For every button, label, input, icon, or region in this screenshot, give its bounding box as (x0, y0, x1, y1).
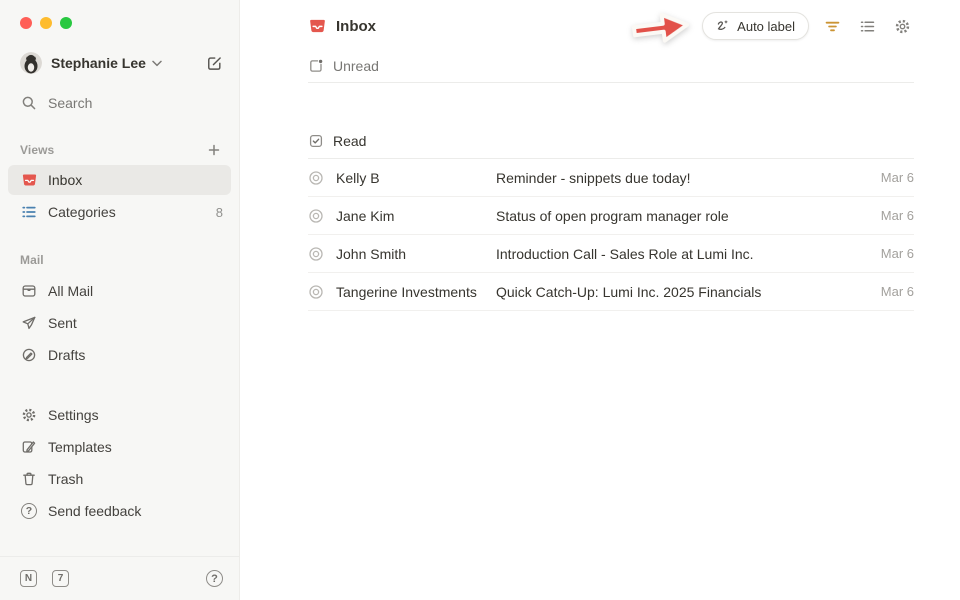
close-window-button[interactable] (20, 17, 32, 29)
sidebar-item-templates[interactable]: Templates (8, 431, 231, 463)
sidebar-item-label: Inbox (48, 172, 82, 188)
list-view-button[interactable] (855, 14, 879, 38)
email-date: Mar 6 (881, 246, 914, 261)
paper-plane-icon (20, 314, 38, 332)
search-label: Search (48, 95, 92, 111)
sidebar-item-settings[interactable]: Settings (8, 399, 231, 431)
sidebar: Stephanie Lee Search Views Inbox (0, 0, 240, 600)
chevron-down-icon (152, 60, 162, 67)
sidebar-item-label: Trash (48, 471, 83, 487)
email-sender: Kelly B (336, 170, 496, 186)
settings-gear-icon[interactable] (890, 14, 914, 38)
checked-checkbox-icon (308, 133, 324, 149)
email-subject: Reminder - snippets due today! (496, 170, 869, 186)
calendar-app-icon[interactable]: 7 (52, 570, 69, 587)
auto-label-icon (714, 18, 730, 34)
sidebar-item-send-feedback[interactable]: ? Send feedback (8, 495, 231, 527)
sidebar-item-sent[interactable]: Sent (8, 307, 231, 339)
email-row[interactable]: Kelly B Reminder - snippets due today! M… (308, 159, 914, 197)
all-mail-icon (20, 282, 38, 300)
sidebar-item-all-mail[interactable]: All Mail (8, 275, 231, 307)
sidebar-item-label: Categories (48, 204, 116, 220)
email-subject: Quick Catch-Up: Lumi Inc. 2025 Financial… (496, 284, 869, 300)
sidebar-item-drafts[interactable]: Drafts (8, 339, 231, 371)
templates-icon (20, 438, 38, 456)
views-section-header: Views (0, 141, 239, 159)
sidebar-bottom-bar: N 7 ? (0, 556, 239, 600)
trash-icon (20, 470, 38, 488)
help-button[interactable]: ? (206, 570, 223, 587)
unread-section-header[interactable]: Unread (308, 49, 914, 83)
section-label: Read (333, 133, 366, 149)
notion-app-icon[interactable]: N (20, 570, 37, 587)
read-ring-icon (308, 170, 328, 186)
inbox-icon (308, 17, 327, 36)
read-ring-icon (308, 284, 328, 300)
add-view-button[interactable] (205, 141, 223, 159)
help-circle-icon: ? (20, 502, 38, 520)
sidebar-item-label: Settings (48, 407, 99, 423)
sidebar-item-label: Templates (48, 439, 112, 455)
draft-pencil-icon (20, 346, 38, 364)
sidebar-item-categories[interactable]: Categories 8 (8, 197, 231, 227)
views-section-label: Views (20, 143, 54, 157)
unread-icon (308, 58, 324, 74)
email-sender: Jane Kim (336, 208, 496, 224)
sidebar-item-inbox[interactable]: Inbox (8, 165, 231, 195)
window-controls (0, 0, 239, 29)
read-ring-icon (308, 246, 328, 262)
email-row[interactable]: Tangerine Investments Quick Catch-Up: Lu… (308, 273, 914, 311)
sidebar-item-trash[interactable]: Trash (8, 463, 231, 495)
email-subject: Introduction Call - Sales Role at Lumi I… (496, 246, 869, 262)
filter-button[interactable] (820, 14, 844, 38)
gear-icon (20, 406, 38, 424)
search-icon (20, 94, 38, 112)
inbox-icon (20, 171, 38, 189)
categories-count: 8 (216, 205, 223, 220)
sidebar-item-label: Sent (48, 315, 77, 331)
read-section-header[interactable]: Read (308, 123, 914, 159)
profile-name: Stephanie Lee (51, 55, 146, 71)
search-button[interactable]: Search (0, 91, 239, 115)
compose-button[interactable] (203, 52, 225, 74)
minimize-window-button[interactable] (40, 17, 52, 29)
sidebar-item-label: Drafts (48, 347, 85, 363)
mail-section-header: Mail (0, 251, 239, 269)
bulleted-list-icon (20, 203, 38, 221)
annotation-arrow-icon (628, 5, 694, 50)
email-date: Mar 6 (881, 170, 914, 185)
sidebar-item-label: Send feedback (48, 503, 141, 519)
email-row[interactable]: John Smith Introduction Call - Sales Rol… (308, 235, 914, 273)
avatar (20, 52, 42, 74)
main-header: Inbox Auto label (308, 0, 914, 40)
email-date: Mar 6 (881, 208, 914, 223)
email-sender: John Smith (336, 246, 496, 262)
auto-label-button-label: Auto label (737, 19, 795, 34)
account-switcher[interactable]: Stephanie Lee (0, 51, 239, 75)
page-title: Inbox (336, 18, 376, 35)
email-date: Mar 6 (881, 284, 914, 299)
email-subject: Status of open program manager role (496, 208, 869, 224)
mail-section-label: Mail (20, 253, 44, 267)
email-row[interactable]: Jane Kim Status of open program manager … (308, 197, 914, 235)
email-sender: Tangerine Investments (336, 284, 496, 300)
mail-list-panel: Inbox Auto label (240, 0, 960, 600)
auto-label-button[interactable]: Auto label (702, 12, 809, 40)
section-label: Unread (333, 58, 379, 74)
zoom-window-button[interactable] (60, 17, 72, 29)
read-ring-icon (308, 208, 328, 224)
sidebar-item-label: All Mail (48, 283, 93, 299)
